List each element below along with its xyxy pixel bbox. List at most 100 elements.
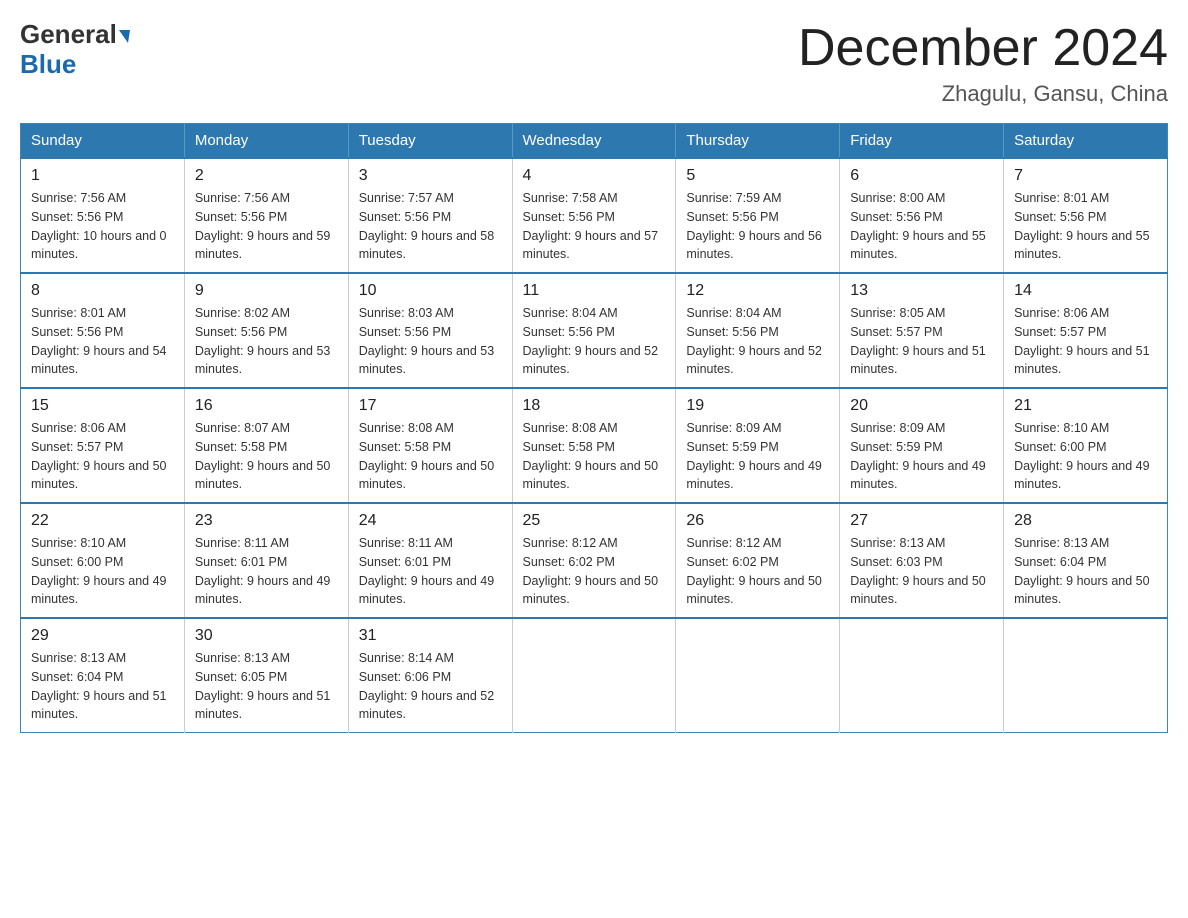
logo-line1: General bbox=[20, 20, 130, 49]
day-info: Sunrise: 8:09 AMSunset: 5:59 PMDaylight:… bbox=[850, 419, 993, 494]
day-number: 31 bbox=[359, 627, 502, 645]
table-row: 16 Sunrise: 8:07 AMSunset: 5:58 PMDaylig… bbox=[184, 388, 348, 503]
table-row: 10 Sunrise: 8:03 AMSunset: 5:56 PMDaylig… bbox=[348, 273, 512, 388]
table-row: 19 Sunrise: 8:09 AMSunset: 5:59 PMDaylig… bbox=[676, 388, 840, 503]
logo-line2: Blue bbox=[20, 49, 76, 80]
table-row: 7 Sunrise: 8:01 AMSunset: 5:56 PMDayligh… bbox=[1004, 158, 1168, 273]
table-row: 13 Sunrise: 8:05 AMSunset: 5:57 PMDaylig… bbox=[840, 273, 1004, 388]
table-row: 5 Sunrise: 7:59 AMSunset: 5:56 PMDayligh… bbox=[676, 158, 840, 273]
day-number: 11 bbox=[523, 282, 666, 300]
day-number: 4 bbox=[523, 167, 666, 185]
day-info: Sunrise: 8:14 AMSunset: 6:06 PMDaylight:… bbox=[359, 649, 502, 724]
col-tuesday: Tuesday bbox=[348, 124, 512, 159]
col-sunday: Sunday bbox=[21, 124, 185, 159]
day-info: Sunrise: 8:12 AMSunset: 6:02 PMDaylight:… bbox=[523, 534, 666, 609]
table-row bbox=[676, 618, 840, 733]
day-number: 3 bbox=[359, 167, 502, 185]
day-info: Sunrise: 8:13 AMSunset: 6:03 PMDaylight:… bbox=[850, 534, 993, 609]
day-info: Sunrise: 8:07 AMSunset: 5:58 PMDaylight:… bbox=[195, 419, 338, 494]
day-info: Sunrise: 8:11 AMSunset: 6:01 PMDaylight:… bbox=[195, 534, 338, 609]
table-row: 3 Sunrise: 7:57 AMSunset: 5:56 PMDayligh… bbox=[348, 158, 512, 273]
day-number: 7 bbox=[1014, 167, 1157, 185]
table-row: 31 Sunrise: 8:14 AMSunset: 6:06 PMDaylig… bbox=[348, 618, 512, 733]
col-saturday: Saturday bbox=[1004, 124, 1168, 159]
table-row: 15 Sunrise: 8:06 AMSunset: 5:57 PMDaylig… bbox=[21, 388, 185, 503]
calendar-week-row: 8 Sunrise: 8:01 AMSunset: 5:56 PMDayligh… bbox=[21, 273, 1168, 388]
table-row: 20 Sunrise: 8:09 AMSunset: 5:59 PMDaylig… bbox=[840, 388, 1004, 503]
day-number: 14 bbox=[1014, 282, 1157, 300]
col-monday: Monday bbox=[184, 124, 348, 159]
day-info: Sunrise: 7:56 AMSunset: 5:56 PMDaylight:… bbox=[195, 189, 338, 264]
day-number: 28 bbox=[1014, 512, 1157, 530]
day-number: 2 bbox=[195, 167, 338, 185]
day-info: Sunrise: 8:00 AMSunset: 5:56 PMDaylight:… bbox=[850, 189, 993, 264]
calendar-week-row: 15 Sunrise: 8:06 AMSunset: 5:57 PMDaylig… bbox=[21, 388, 1168, 503]
day-number: 15 bbox=[31, 397, 174, 415]
day-info: Sunrise: 7:57 AMSunset: 5:56 PMDaylight:… bbox=[359, 189, 502, 264]
day-number: 23 bbox=[195, 512, 338, 530]
day-number: 19 bbox=[686, 397, 829, 415]
table-row bbox=[840, 618, 1004, 733]
day-info: Sunrise: 8:03 AMSunset: 5:56 PMDaylight:… bbox=[359, 304, 502, 379]
day-info: Sunrise: 8:04 AMSunset: 5:56 PMDaylight:… bbox=[686, 304, 829, 379]
day-number: 9 bbox=[195, 282, 338, 300]
month-title: December 2024 bbox=[798, 20, 1168, 77]
day-info: Sunrise: 7:56 AMSunset: 5:56 PMDaylight:… bbox=[31, 189, 174, 264]
day-number: 6 bbox=[850, 167, 993, 185]
day-number: 30 bbox=[195, 627, 338, 645]
day-number: 8 bbox=[31, 282, 174, 300]
calendar-week-row: 22 Sunrise: 8:10 AMSunset: 6:00 PMDaylig… bbox=[21, 503, 1168, 618]
day-number: 26 bbox=[686, 512, 829, 530]
day-info: Sunrise: 8:10 AMSunset: 6:00 PMDaylight:… bbox=[1014, 419, 1157, 494]
day-info: Sunrise: 8:06 AMSunset: 5:57 PMDaylight:… bbox=[31, 419, 174, 494]
day-info: Sunrise: 8:05 AMSunset: 5:57 PMDaylight:… bbox=[850, 304, 993, 379]
table-row: 4 Sunrise: 7:58 AMSunset: 5:56 PMDayligh… bbox=[512, 158, 676, 273]
table-row: 9 Sunrise: 8:02 AMSunset: 5:56 PMDayligh… bbox=[184, 273, 348, 388]
table-row: 26 Sunrise: 8:12 AMSunset: 6:02 PMDaylig… bbox=[676, 503, 840, 618]
table-row: 12 Sunrise: 8:04 AMSunset: 5:56 PMDaylig… bbox=[676, 273, 840, 388]
table-row: 23 Sunrise: 8:11 AMSunset: 6:01 PMDaylig… bbox=[184, 503, 348, 618]
table-row bbox=[1004, 618, 1168, 733]
day-info: Sunrise: 8:11 AMSunset: 6:01 PMDaylight:… bbox=[359, 534, 502, 609]
day-info: Sunrise: 8:08 AMSunset: 5:58 PMDaylight:… bbox=[359, 419, 502, 494]
day-info: Sunrise: 8:02 AMSunset: 5:56 PMDaylight:… bbox=[195, 304, 338, 379]
table-row: 21 Sunrise: 8:10 AMSunset: 6:00 PMDaylig… bbox=[1004, 388, 1168, 503]
day-info: Sunrise: 8:13 AMSunset: 6:04 PMDaylight:… bbox=[1014, 534, 1157, 609]
day-number: 1 bbox=[31, 167, 174, 185]
day-number: 21 bbox=[1014, 397, 1157, 415]
col-wednesday: Wednesday bbox=[512, 124, 676, 159]
table-row: 14 Sunrise: 8:06 AMSunset: 5:57 PMDaylig… bbox=[1004, 273, 1168, 388]
day-info: Sunrise: 8:08 AMSunset: 5:58 PMDaylight:… bbox=[523, 419, 666, 494]
day-info: Sunrise: 7:59 AMSunset: 5:56 PMDaylight:… bbox=[686, 189, 829, 264]
day-number: 29 bbox=[31, 627, 174, 645]
table-row: 8 Sunrise: 8:01 AMSunset: 5:56 PMDayligh… bbox=[21, 273, 185, 388]
day-info: Sunrise: 8:12 AMSunset: 6:02 PMDaylight:… bbox=[686, 534, 829, 609]
day-number: 27 bbox=[850, 512, 993, 530]
calendar-header-row: Sunday Monday Tuesday Wednesday Thursday… bbox=[21, 124, 1168, 159]
day-info: Sunrise: 8:10 AMSunset: 6:00 PMDaylight:… bbox=[31, 534, 174, 609]
table-row: 6 Sunrise: 8:00 AMSunset: 5:56 PMDayligh… bbox=[840, 158, 1004, 273]
day-number: 24 bbox=[359, 512, 502, 530]
table-row: 22 Sunrise: 8:10 AMSunset: 6:00 PMDaylig… bbox=[21, 503, 185, 618]
day-number: 16 bbox=[195, 397, 338, 415]
col-thursday: Thursday bbox=[676, 124, 840, 159]
table-row: 1 Sunrise: 7:56 AMSunset: 5:56 PMDayligh… bbox=[21, 158, 185, 273]
title-block: December 2024 Zhagulu, Gansu, China bbox=[798, 20, 1168, 107]
table-row: 11 Sunrise: 8:04 AMSunset: 5:56 PMDaylig… bbox=[512, 273, 676, 388]
day-number: 5 bbox=[686, 167, 829, 185]
day-number: 25 bbox=[523, 512, 666, 530]
table-row bbox=[512, 618, 676, 733]
day-number: 22 bbox=[31, 512, 174, 530]
day-number: 20 bbox=[850, 397, 993, 415]
day-number: 13 bbox=[850, 282, 993, 300]
day-info: Sunrise: 7:58 AMSunset: 5:56 PMDaylight:… bbox=[523, 189, 666, 264]
day-info: Sunrise: 8:13 AMSunset: 6:04 PMDaylight:… bbox=[31, 649, 174, 724]
table-row: 17 Sunrise: 8:08 AMSunset: 5:58 PMDaylig… bbox=[348, 388, 512, 503]
table-row: 18 Sunrise: 8:08 AMSunset: 5:58 PMDaylig… bbox=[512, 388, 676, 503]
day-number: 12 bbox=[686, 282, 829, 300]
day-info: Sunrise: 8:04 AMSunset: 5:56 PMDaylight:… bbox=[523, 304, 666, 379]
col-friday: Friday bbox=[840, 124, 1004, 159]
day-info: Sunrise: 8:01 AMSunset: 5:56 PMDaylight:… bbox=[31, 304, 174, 379]
table-row: 24 Sunrise: 8:11 AMSunset: 6:01 PMDaylig… bbox=[348, 503, 512, 618]
logo: General Blue bbox=[20, 20, 130, 80]
